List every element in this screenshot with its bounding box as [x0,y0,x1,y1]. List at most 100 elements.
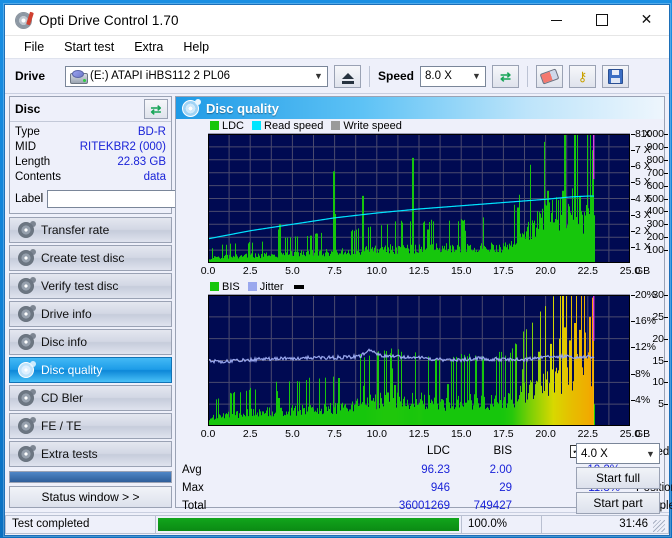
x-axis-tick: 20.0 [535,428,556,440]
x-axis-tick: 22.5 [577,428,599,440]
y2-axis-tick: 8% [630,367,651,380]
x-axis-tick: 5.0 [285,428,300,440]
minimize-button[interactable] [534,6,579,35]
test-speed-select[interactable]: 4.0 X ▼ [576,443,660,464]
maximize-button[interactable] [579,6,624,35]
disc-icon [18,417,36,434]
sidebar-nav: Transfer rate Create test disc Verify te… [9,217,172,483]
charts-container: LDC Read speed Write speed 100 200 300 400 5… [176,119,672,514]
refresh-button[interactable]: ⇄ [492,64,520,88]
legend-label: LDC [222,119,245,132]
start-full-button[interactable]: Start full [576,467,660,489]
disc-row-mid: MID RITEKBR2 (000) [15,140,166,155]
legend-item-ldc: LDC [210,120,244,132]
content-area: Disc ⇄ Type BD-R MID RITEKBR2 (000) Leng… [5,94,672,514]
menu-bar: File Start test Extra Help [5,36,669,59]
stats-header-ldc: LDC [426,445,450,457]
app-window: Opti Drive Control 1.70 ✕ File Start tes… [4,4,672,536]
disc-icon [18,221,36,238]
drive-toolbar: Drive (E:) ATAPI iHBS112 2 PL06 ▼ Speed … [5,59,669,94]
y2-axis-tick: 7 X [631,144,651,157]
sidebar-item-fe-te[interactable]: FE / TE [9,413,172,439]
bis-plot-area[interactable]: 5 10 15 20 25 30 4% 8% 12% 16% 20% 0.0 2.5 5.0 7.5 10.0… [176,289,668,443]
eraser-icon [539,67,560,85]
legend-swatch [210,121,219,130]
x-axis-tick: 2.5 [242,428,258,440]
sidebar-item-label: Transfer rate [41,223,110,237]
disc-row-contents: Contents data [15,170,166,185]
close-button[interactable]: ✕ [624,6,669,35]
window-title: Opti Drive Control 1.70 [39,12,179,28]
sidebar-item-disc-info[interactable]: Disc info [9,329,172,355]
menu-help[interactable]: Help [174,38,218,56]
x-axis-tick: 7.5 [327,428,342,440]
menu-file[interactable]: File [15,38,53,56]
sidebar-item-cd-bler[interactable]: CD Bler [9,385,172,411]
optical-drive-icon [70,69,88,84]
x-axis-tick: 20.0 [535,265,556,277]
refresh-icon: ⇄ [150,101,162,117]
sidebar-item-create-test-disc[interactable]: Create test disc [9,245,172,271]
page-title: Disc quality [206,100,279,116]
status-window-button[interactable]: Status window > > [9,486,172,508]
erase-button[interactable] [536,64,564,88]
stats-panel: LDC BIS ✓ Jitter Avg 96.23 2.00 10.2% Ma… [176,443,672,515]
sidebar-item-drive-info[interactable]: Drive info [9,301,172,327]
disc-label-row: Label [15,188,254,209]
disc-panel-title: Disc [15,102,41,116]
save-button[interactable] [602,64,630,88]
x-axis-tick: 15.0 [450,428,472,440]
speed-select[interactable]: 8.0 X ▼ [420,65,487,87]
disc-row-type: Type BD-R [15,125,166,140]
start-part-button[interactable]: Start part [576,492,660,514]
chevron-down-icon: ▼ [472,71,481,81]
close-icon: ✕ [640,12,653,28]
resize-grip-icon[interactable] [653,520,665,532]
keys-button[interactable]: ⚷ [569,64,597,88]
y-axis-tick: 15 [637,355,668,367]
disc-row-key: Length [15,156,51,168]
stats-row-total-label: Total [182,500,207,512]
stats-total-bis: 749427 [473,500,512,512]
disc-refresh-button[interactable]: ⇄ [144,99,168,119]
sidebar-item-verify-test-disc[interactable]: Verify test disc [9,273,172,299]
drive-label: Drive [15,69,46,83]
stats-max-bis: 29 [499,482,512,494]
keys-icon: ⚷ [577,68,588,84]
legend-item-write-speed: Write speed [331,120,402,132]
sidebar-item-disc-quality[interactable]: Disc quality [9,357,172,383]
legend-label: Write speed [343,119,402,132]
x-axis-tick: 10.0 [366,265,388,277]
disc-row-key: MID [15,141,37,153]
legend-label: Jitter [259,280,284,293]
y2-axis-tick: 3 X [631,208,651,221]
test-speed-value: 4.0 X [581,447,608,460]
ldc-plot-area[interactable]: 100 200 300 400 500 600 700 800 900 1000 1 X2 X3 X… [176,128,668,280]
menu-extra[interactable]: Extra [125,38,172,56]
status-text: Test completed [5,514,155,534]
sidebar-item-label: Verify test disc [41,279,119,293]
progress-bar [155,514,462,534]
x-axis-tick: 0.0 [200,265,216,277]
x-axis-tick: 5.0 [285,265,300,277]
drive-select[interactable]: (E:) ATAPI iHBS112 2 PL06 ▼ [65,65,328,87]
x-axis-tick: 22.5 [577,265,599,277]
progress-bar-fill [158,517,459,531]
disc-row-length: Length 22.83 GB [15,155,166,170]
speed-select-value: 8.0 X [425,70,452,82]
disc-row-value: 22.83 GB [117,156,166,168]
menu-start-test[interactable]: Start test [55,38,123,56]
legend-swatch [247,282,257,291]
sidebar-item-transfer-rate[interactable]: Transfer rate [9,217,172,243]
disc-icon [18,277,36,294]
stats-max-ldc: 946 [430,482,450,494]
x-axis-tick: 12.5 [408,428,430,440]
stats-total-ldc: 36001269 [398,500,450,512]
y2-axis-tick: 20% [630,289,657,301]
desktop-background: Opti Drive Control 1.70 ✕ File Start tes… [0,0,672,538]
eject-button[interactable] [334,64,361,88]
disc-quality-panel: Disc quality LDC Read speed Write speed … [175,96,672,514]
disc-panel: Disc ⇄ Type BD-R MID RITEKBR2 (000) Leng… [9,96,254,214]
sidebar-item-extra-tests[interactable]: Extra tests [9,441,172,467]
left-column: Disc ⇄ Type BD-R MID RITEKBR2 (000) Leng… [5,94,254,512]
